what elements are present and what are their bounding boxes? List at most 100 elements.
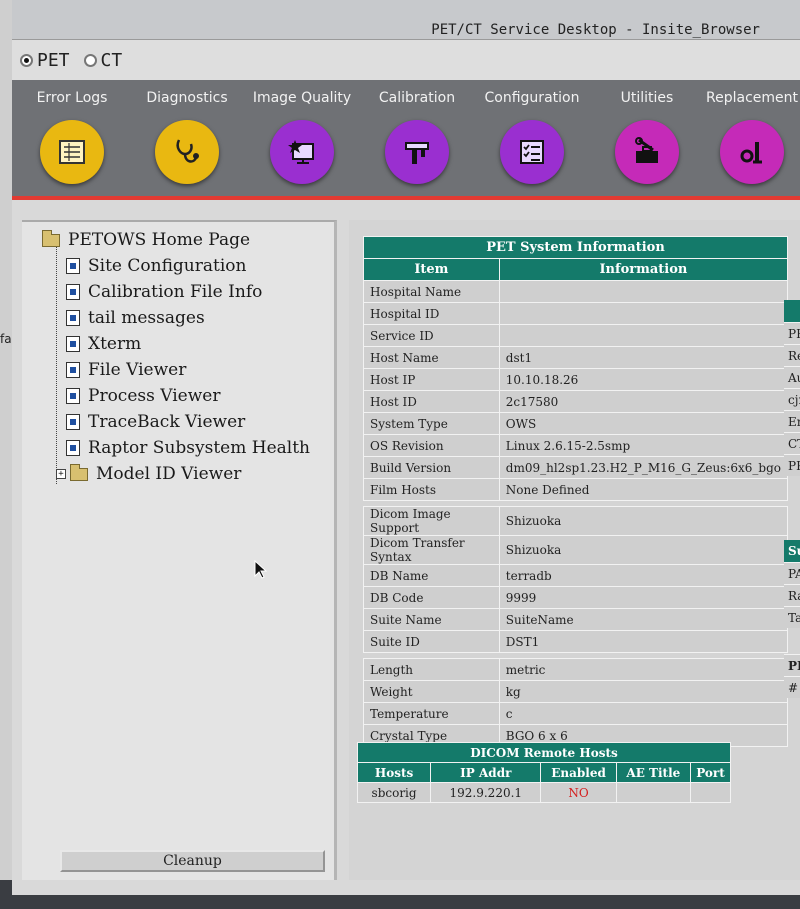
tree-root[interactable]: PETOWS Home Page bbox=[42, 228, 250, 252]
radio-button-icon[interactable] bbox=[83, 53, 97, 67]
row-value: Linux 2.6.15-2.5smp bbox=[498, 434, 789, 457]
mode-pet-label: PET bbox=[37, 49, 70, 71]
table-row: DB Code 9999 bbox=[363, 586, 789, 609]
table-row: Film Hosts None Defined bbox=[363, 478, 789, 501]
row-key: Build Version bbox=[363, 456, 500, 479]
table-row: Host ID 2c17580 bbox=[363, 390, 789, 413]
tool-utilities[interactable]: Utilities bbox=[597, 90, 697, 184]
tool-replacement[interactable]: Replacement bbox=[702, 90, 800, 184]
row-key: OS Revision bbox=[363, 434, 500, 457]
service-desktop-window: PET/CT Service Desktop - Insite_Browser … bbox=[12, 0, 800, 895]
host-ip: 192.9.220.1 bbox=[430, 782, 542, 803]
radio-button-icon[interactable] bbox=[20, 53, 33, 67]
folder-icon bbox=[70, 463, 88, 481]
row-key: Host ID bbox=[363, 390, 500, 413]
table-row: Build Version dm09_hl2sp1.23.H2_P_M16_G_Z… bbox=[363, 456, 789, 479]
image-quality-icon[interactable] bbox=[270, 120, 334, 184]
tool-label: Image Quality bbox=[252, 90, 352, 106]
tree-item-label: Process Viewer bbox=[88, 386, 221, 406]
tree-item-label: File Viewer bbox=[88, 360, 187, 380]
tree-item-xterm[interactable]: Xterm bbox=[66, 332, 141, 356]
tool-label: Error Logs bbox=[36, 90, 108, 106]
host-name: sbcorig bbox=[356, 782, 432, 803]
row-key: Weight bbox=[363, 680, 500, 703]
tree-folder-model-id-viewer[interactable]: + Model ID Viewer bbox=[56, 462, 241, 486]
tree-item-label: TraceBack Viewer bbox=[88, 412, 246, 432]
tool-image-quality[interactable]: Image Quality bbox=[252, 90, 352, 184]
row-key: DB Code bbox=[363, 586, 500, 609]
tool-label: Calibration bbox=[378, 90, 456, 106]
row-value: DST1 bbox=[498, 630, 789, 653]
side-table-row: CTA bbox=[784, 432, 800, 454]
table-row: Length metric bbox=[363, 658, 789, 681]
row-value: 9999 bbox=[498, 586, 789, 609]
expand-icon[interactable]: + bbox=[56, 469, 66, 479]
side-cell: PIN bbox=[788, 659, 800, 673]
side-table-header: Su bbox=[784, 540, 800, 562]
background-window-text: fa bbox=[0, 332, 12, 346]
tree-item-calibration-file-info[interactable]: Calibration File Info bbox=[66, 280, 262, 304]
tree-root-label: PETOWS Home Page bbox=[68, 230, 251, 250]
wrench-icon[interactable] bbox=[720, 120, 784, 184]
row-key: Suite ID bbox=[363, 630, 500, 653]
page-icon bbox=[66, 284, 80, 300]
table-row: Weight kg bbox=[363, 680, 789, 703]
host-port bbox=[689, 782, 732, 803]
tool-diagnostics[interactable]: Diagnostics bbox=[137, 90, 237, 184]
title-bar[interactable]: PET/CT Service Desktop - Insite_Browser bbox=[12, 0, 800, 40]
page-icon bbox=[66, 414, 80, 430]
tree-item-file-viewer[interactable]: File Viewer bbox=[66, 358, 186, 382]
checklist-icon[interactable] bbox=[500, 120, 564, 184]
row-value bbox=[498, 280, 789, 303]
side-table-fragment-2: Su PARRaptorTable bbox=[784, 540, 800, 628]
table-row: Temperature c bbox=[363, 702, 789, 725]
row-key: Service ID bbox=[363, 324, 500, 347]
side-table-row: PRM bbox=[784, 454, 800, 476]
cleanup-button[interactable]: Cleanup bbox=[60, 850, 325, 872]
main-toolbar: Error Logs Diagnostics Image Quality Cal… bbox=[12, 80, 800, 200]
tree-item-site-configuration[interactable]: Site Configuration bbox=[66, 254, 246, 278]
row-value bbox=[498, 324, 789, 347]
row-key: Hospital Name bbox=[363, 280, 500, 303]
side-table-fragment-3: PIN # 1 bbox=[784, 654, 800, 698]
navigation-tree: PETOWS Home Page Site Configuration Cali… bbox=[22, 220, 337, 880]
error-logs-icon[interactable] bbox=[40, 120, 104, 184]
folder-open-icon bbox=[42, 229, 60, 247]
tree-item-process-viewer[interactable]: Process Viewer bbox=[66, 384, 220, 408]
tree-item-label: Xterm bbox=[88, 334, 142, 354]
tree-item-tail-messages[interactable]: tail messages bbox=[66, 306, 205, 330]
row-value: dst1 bbox=[498, 346, 789, 369]
side-table-row: cjm bbox=[784, 388, 800, 410]
host-enabled: NO bbox=[540, 782, 617, 803]
side-table-fragment-1: PERenAutcjmErroCTAPRM bbox=[784, 300, 800, 476]
stethoscope-icon[interactable] bbox=[155, 120, 219, 184]
caliper-icon[interactable] bbox=[385, 120, 449, 184]
row-value: SuiteName bbox=[498, 608, 789, 631]
toolbox-icon[interactable] bbox=[615, 120, 679, 184]
tool-calibration[interactable]: Calibration bbox=[367, 90, 467, 184]
column-header-information: Information bbox=[498, 258, 789, 281]
tree-item-raptor-subsystem-health[interactable]: Raptor Subsystem Health bbox=[66, 436, 310, 460]
dicom-remote-hosts-table: DICOM Remote Hosts Hosts IP Addr Enabled… bbox=[356, 742, 732, 803]
mode-pet-radio[interactable]: PET bbox=[20, 50, 70, 71]
row-value: OWS bbox=[498, 412, 789, 435]
row-key: Hospital ID bbox=[363, 302, 500, 325]
row-value: Shizuoka bbox=[498, 506, 789, 536]
tree-item-label: Site Configuration bbox=[88, 256, 247, 276]
page-icon bbox=[66, 310, 80, 326]
column-header-hosts: Hosts bbox=[356, 762, 432, 783]
side-table-row: Raptor bbox=[784, 584, 800, 606]
tree-item-label: tail messages bbox=[88, 308, 205, 328]
table-row: Service ID bbox=[363, 324, 789, 347]
row-key: Host Name bbox=[363, 346, 500, 369]
tree-connector bbox=[56, 244, 57, 484]
tool-error-logs[interactable]: Error Logs bbox=[22, 90, 122, 184]
tool-configuration[interactable]: Configuration bbox=[482, 90, 582, 184]
host-ae-title bbox=[615, 782, 691, 803]
row-value: 10.10.18.26 bbox=[498, 368, 789, 391]
tree-item-traceback-viewer[interactable]: TraceBack Viewer bbox=[66, 410, 245, 434]
page-icon bbox=[66, 336, 80, 352]
mode-ct-radio[interactable]: CT bbox=[83, 50, 122, 71]
table-row: Suite ID DST1 bbox=[363, 630, 789, 653]
row-key: Dicom Transfer Syntax bbox=[363, 535, 500, 565]
